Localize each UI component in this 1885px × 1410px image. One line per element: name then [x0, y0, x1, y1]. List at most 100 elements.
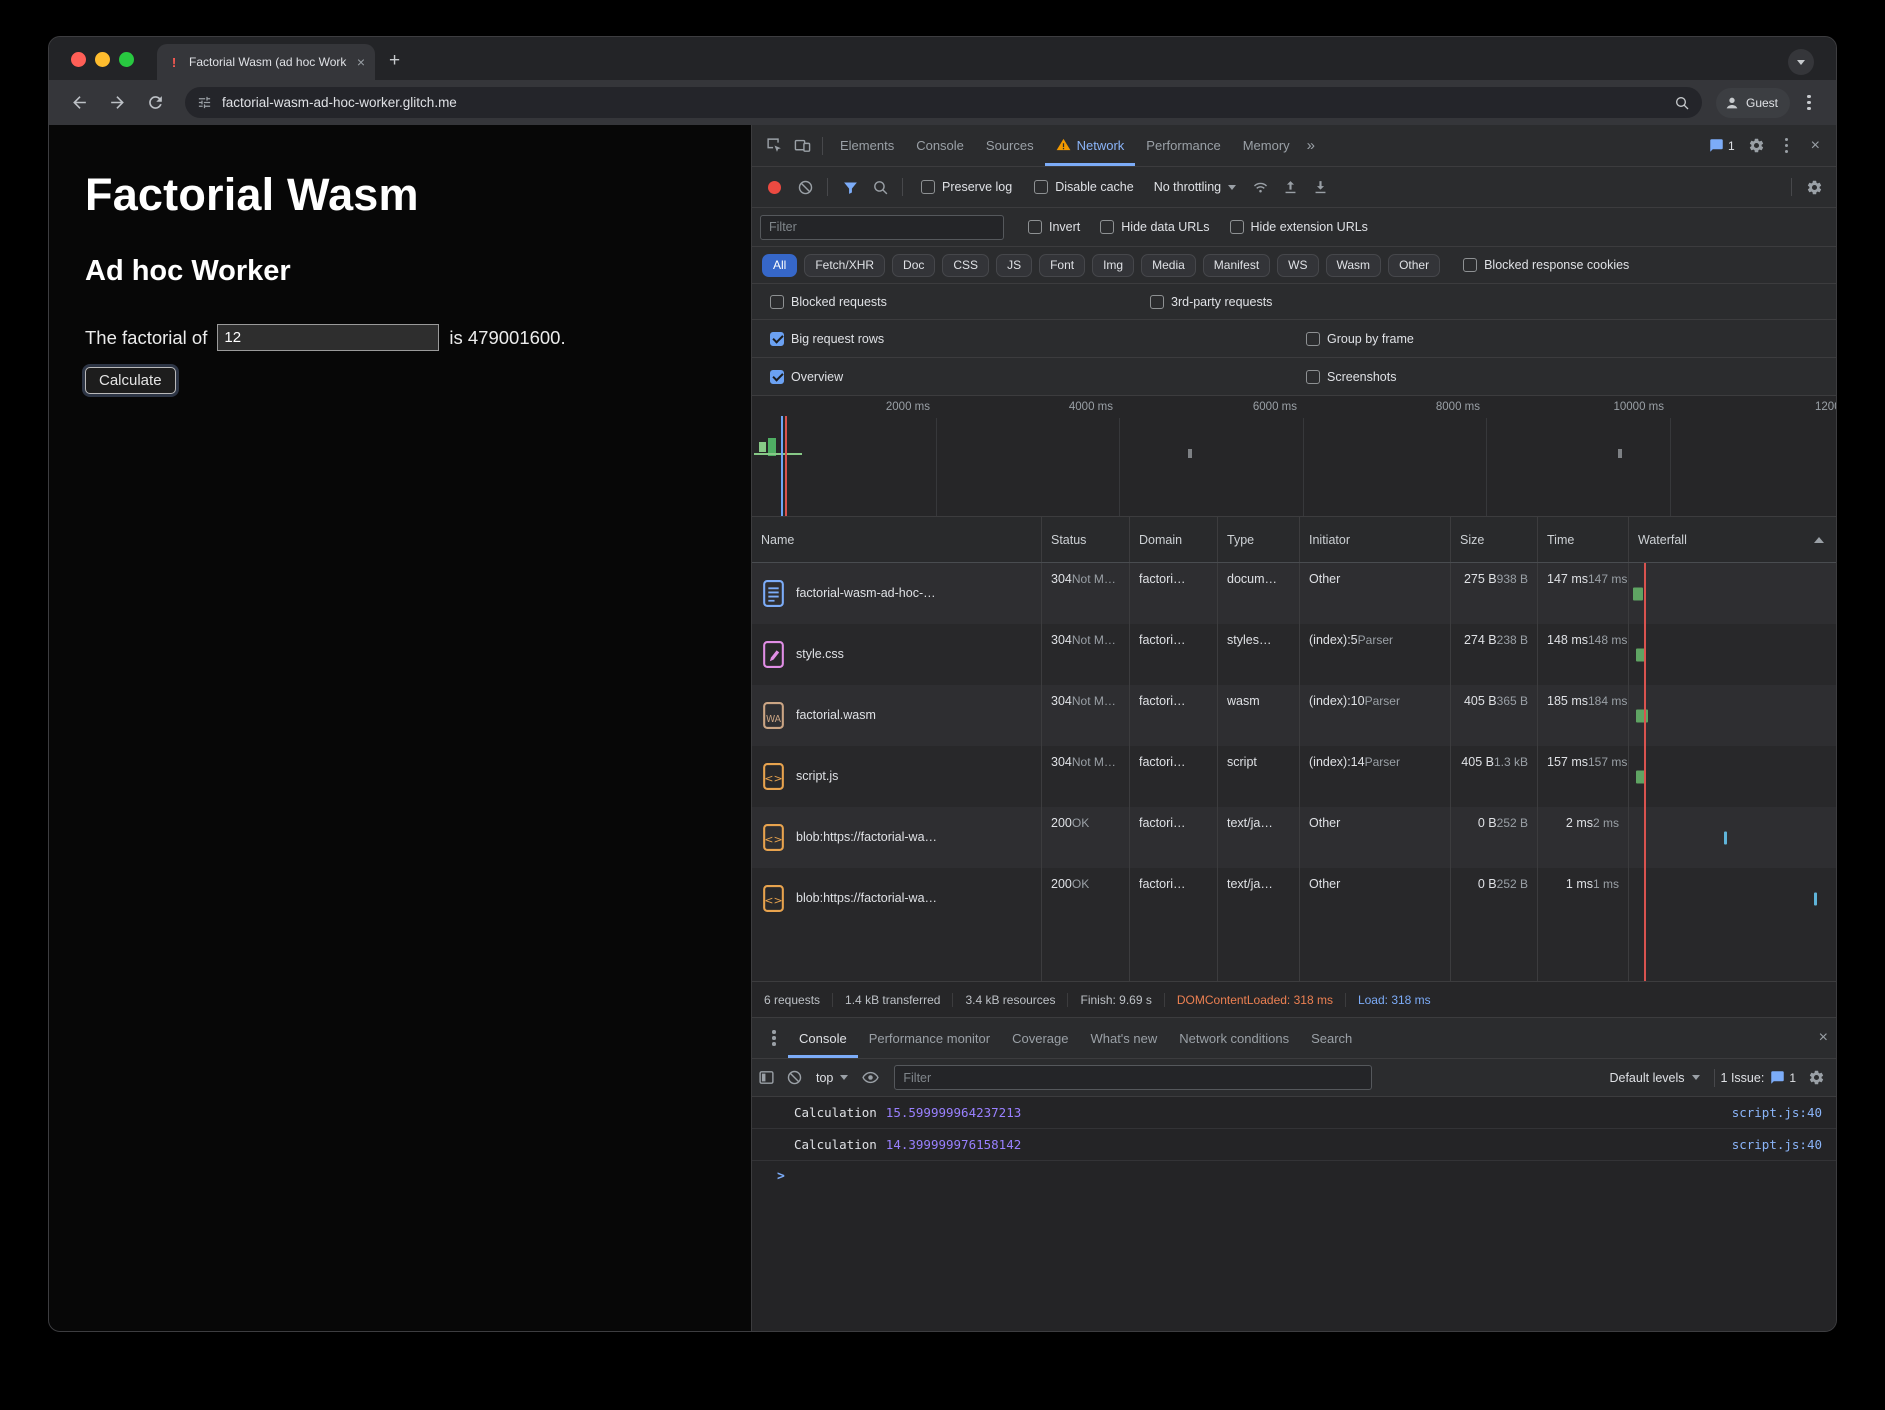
zoom-window-button[interactable] — [119, 52, 134, 67]
reload-button[interactable] — [139, 87, 171, 119]
filter-icon[interactable] — [836, 173, 864, 201]
drawer-tab-whats-new[interactable]: What's new — [1079, 1018, 1168, 1058]
issues-badge[interactable]: 1 — [1703, 138, 1741, 153]
chip-other[interactable]: Other — [1388, 254, 1440, 277]
address-bar[interactable]: factorial-wasm-ad-hoc-worker.glitch.me — [185, 87, 1702, 118]
chip-fetch-xhr[interactable]: Fetch/XHR — [804, 254, 885, 277]
table-row[interactable]: style.css 304Not M… factori… styles… (in… — [752, 624, 1836, 685]
browser-tab[interactable]: Factorial Wasm (ad hoc Work × — [157, 44, 375, 80]
back-button[interactable] — [63, 87, 95, 119]
initiator-link[interactable]: (index):14 — [1309, 755, 1365, 769]
forward-button[interactable] — [101, 87, 133, 119]
live-expression-eye-icon[interactable] — [856, 1064, 884, 1092]
column-header-waterfall[interactable]: Waterfall — [1629, 517, 1836, 562]
tab-memory[interactable]: Memory — [1232, 125, 1301, 166]
zoom-icon[interactable] — [1674, 95, 1690, 111]
console-log-row[interactable]: Calculation 14.399999976158142 script.js… — [752, 1129, 1836, 1161]
drawer-tab-coverage[interactable]: Coverage — [1001, 1018, 1079, 1058]
table-row[interactable]: blob:https://factorial-wa… 200OK factori… — [752, 807, 1836, 868]
third-party-requests-checkbox[interactable]: 3rd-party requests — [1150, 295, 1272, 309]
chip-manifest[interactable]: Manifest — [1203, 254, 1270, 277]
profile-button[interactable]: Guest — [1716, 88, 1790, 118]
more-tabs-icon[interactable]: » — [1301, 137, 1321, 154]
screenshots-checkbox[interactable]: Screenshots — [1306, 370, 1396, 384]
new-tab-button[interactable]: + — [389, 50, 400, 72]
site-settings-icon[interactable] — [197, 95, 212, 110]
factorial-input[interactable] — [217, 324, 439, 351]
chip-img[interactable]: Img — [1092, 254, 1134, 277]
inspect-element-icon[interactable] — [760, 132, 788, 160]
tab-performance[interactable]: Performance — [1135, 125, 1231, 166]
initiator-link[interactable]: (index):5 — [1309, 633, 1358, 647]
context-selector[interactable]: top — [808, 1071, 856, 1085]
drawer-menu-icon[interactable] — [760, 1024, 788, 1052]
chip-css[interactable]: CSS — [942, 254, 989, 277]
table-row[interactable]: blob:https://factorial-wa… 200OK factori… — [752, 868, 1836, 929]
minimize-window-button[interactable] — [95, 52, 110, 67]
throttling-dropdown[interactable]: No throttling — [1146, 180, 1244, 194]
tab-network[interactable]: Network — [1045, 125, 1136, 166]
device-toolbar-icon[interactable] — [788, 132, 816, 160]
column-header-name[interactable]: Name — [752, 517, 1042, 562]
chip-doc[interactable]: Doc — [892, 254, 935, 277]
overview-checkbox[interactable]: Overview — [770, 370, 843, 384]
chip-font[interactable]: Font — [1039, 254, 1085, 277]
chip-ws[interactable]: WS — [1277, 254, 1318, 277]
column-header-status[interactable]: Status — [1042, 517, 1130, 562]
source-link[interactable]: script.js:40 — [1732, 1105, 1822, 1120]
drawer-tab-search[interactable]: Search — [1300, 1018, 1363, 1058]
browser-menu-button[interactable] — [1796, 101, 1822, 105]
import-har-icon[interactable] — [1276, 173, 1304, 201]
disable-cache-checkbox[interactable]: Disable cache — [1034, 180, 1134, 194]
record-icon[interactable] — [768, 181, 781, 194]
search-icon[interactable] — [866, 173, 894, 201]
source-link[interactable]: script.js:40 — [1732, 1137, 1822, 1152]
devtools-menu-icon[interactable] — [1773, 132, 1801, 160]
blocked-requests-checkbox[interactable]: Blocked requests — [770, 295, 887, 309]
close-devtools-button[interactable]: × — [1803, 137, 1828, 155]
clear-console-icon[interactable] — [780, 1064, 808, 1092]
tab-elements[interactable]: Elements — [829, 125, 905, 166]
tab-console[interactable]: Console — [905, 125, 975, 166]
blocked-response-cookies-checkbox[interactable]: Blocked response cookies — [1463, 258, 1629, 272]
network-overview-timeline[interactable]: 2000 ms 4000 ms 6000 ms 8000 ms 10000 ms… — [752, 396, 1836, 517]
group-by-frame-checkbox[interactable]: Group by frame — [1306, 332, 1414, 346]
column-header-size[interactable]: Size — [1451, 517, 1538, 562]
chip-wasm[interactable]: Wasm — [1326, 254, 1382, 277]
table-row[interactable]: script.js 304Not M… factori… script (ind… — [752, 746, 1836, 807]
table-row[interactable]: factorial-wasm-ad-hoc-… 304Not M… factor… — [752, 563, 1836, 624]
drawer-tab-performance-monitor[interactable]: Performance monitor — [858, 1018, 1001, 1058]
console-sidebar-icon[interactable] — [752, 1064, 780, 1092]
network-filter-input[interactable] — [760, 215, 1004, 240]
settings-gear-icon[interactable] — [1743, 132, 1771, 160]
export-har-icon[interactable] — [1306, 173, 1334, 201]
console-settings-gear-icon[interactable] — [1802, 1064, 1830, 1092]
console-issues-badge[interactable]: 1 — [1764, 1070, 1802, 1085]
column-header-initiator[interactable]: Initiator — [1300, 517, 1451, 562]
column-header-time[interactable]: Time — [1538, 517, 1629, 562]
drawer-tab-network-conditions[interactable]: Network conditions — [1168, 1018, 1300, 1058]
tab-search-button[interactable] — [1788, 49, 1814, 75]
invert-checkbox[interactable]: Invert — [1028, 220, 1080, 234]
calculate-button[interactable]: Calculate — [85, 367, 176, 394]
column-header-type[interactable]: Type — [1218, 517, 1300, 562]
chip-all[interactable]: All — [762, 254, 797, 277]
tab-close-icon[interactable]: × — [357, 54, 365, 70]
close-drawer-button[interactable]: × — [1811, 1029, 1836, 1047]
network-settings-gear-icon[interactable] — [1800, 173, 1828, 201]
clear-icon[interactable] — [791, 173, 819, 201]
tab-sources[interactable]: Sources — [975, 125, 1045, 166]
initiator-link[interactable]: (index):10 — [1309, 694, 1365, 708]
hide-data-urls-checkbox[interactable]: Hide data URLs — [1100, 220, 1209, 234]
console-log-row[interactable]: Calculation 15.599999964237213 script.js… — [752, 1097, 1836, 1129]
network-conditions-icon[interactable] — [1246, 173, 1274, 201]
column-header-domain[interactable]: Domain — [1130, 517, 1218, 562]
table-row[interactable]: factorial.wasm 304Not M… factori… wasm (… — [752, 685, 1836, 746]
hide-extension-urls-checkbox[interactable]: Hide extension URLs — [1230, 220, 1368, 234]
chip-media[interactable]: Media — [1141, 254, 1196, 277]
log-levels-dropdown[interactable]: Default levels — [1601, 1071, 1707, 1085]
drawer-tab-console[interactable]: Console — [788, 1018, 858, 1058]
big-request-rows-checkbox[interactable]: Big request rows — [770, 332, 884, 346]
preserve-log-checkbox[interactable]: Preserve log — [921, 180, 1012, 194]
console-filter-input[interactable] — [894, 1065, 1372, 1090]
